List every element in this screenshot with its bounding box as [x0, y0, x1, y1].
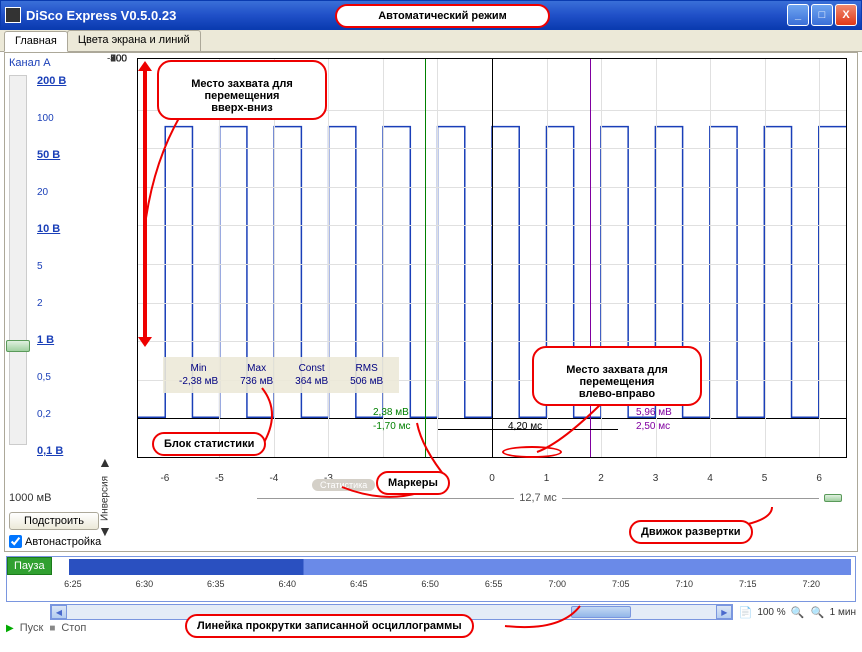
marker-green-x: -1,70 мс: [373, 421, 410, 432]
autotune-check[interactable]: [9, 535, 22, 548]
stats-toggle-button[interactable]: Статистика: [312, 479, 375, 491]
annotation-markers: Маркеры: [376, 471, 450, 495]
scale-values: 200 В 100 50 В 20 10 В 5 2 1 В 0,5 0,2 0…: [37, 75, 66, 482]
stop-icon[interactable]: ■: [49, 623, 55, 634]
stop-label[interactable]: Стоп: [61, 622, 86, 634]
statistics-block: MinMaxConstRMS -2,38 мВ736 мВ364 мВ506 м…: [163, 357, 399, 393]
scale-value[interactable]: 5: [37, 261, 43, 272]
annotation-drag-vertical: Место захвата для перемещения вверх-вниз: [157, 60, 327, 120]
maximize-button[interactable]: □: [811, 4, 833, 26]
annotation-stats: Блок статистики: [152, 432, 266, 456]
channel-label: Канал A: [9, 57, 108, 69]
zero-axis-v: [492, 59, 493, 457]
start-label[interactable]: Пуск: [20, 622, 44, 634]
channel-panel: Канал A 200 В 100 50 В 20 10 В 5 2 1 В 0…: [5, 53, 112, 551]
adjust-button[interactable]: Подстроить: [9, 512, 99, 530]
scroll-thumb[interactable]: [571, 606, 631, 618]
zoom-out-button[interactable]: 🔍: [790, 604, 806, 620]
delta-line: [438, 429, 618, 430]
sweep-bar: 12,7 мс: [252, 492, 842, 504]
app-icon: [5, 7, 21, 23]
arrows-icon: ▼: [97, 456, 113, 472]
marker-green-y: 2,38 мВ: [373, 407, 409, 418]
scale-value[interactable]: 0,5: [37, 372, 51, 383]
close-button[interactable]: X: [835, 4, 857, 26]
marker-purple-x: 2,50 мс: [636, 421, 670, 432]
marker-delta: 4,20 мс: [508, 421, 542, 432]
autotune-checkbox[interactable]: Автонастройка: [9, 535, 108, 548]
scale-value[interactable]: 2: [37, 298, 43, 309]
scale-link[interactable]: 0,1 В: [37, 445, 63, 457]
annotation-scrollbar: Линейка прокрутки записанной осциллограм…: [185, 614, 474, 638]
scale-link[interactable]: 1 В: [37, 334, 54, 346]
scale-slider[interactable]: [9, 75, 27, 445]
scale-value[interactable]: 100: [37, 113, 54, 124]
scroll-left-button[interactable]: ◀: [51, 605, 67, 619]
annotation-sweep: Движок развертки: [629, 520, 753, 544]
arrows-icon: ▲: [97, 525, 113, 541]
scale-link[interactable]: 10 В: [37, 223, 60, 235]
tab-main[interactable]: Главная: [4, 31, 68, 52]
marker-green[interactable]: [425, 59, 426, 457]
scale-link[interactable]: 200 В: [37, 75, 66, 87]
zoom-time: 1 мин: [830, 607, 856, 618]
zoom-percent: 100 %: [757, 607, 785, 618]
scale-value[interactable]: 0,2: [37, 409, 51, 420]
scroll-right-button[interactable]: ▶: [716, 605, 732, 619]
pause-button[interactable]: Пауза: [7, 557, 52, 575]
timeline-strip: Пауза 6:25 6:30 6:35 6:40 6:45 6:50 6:55…: [6, 556, 856, 602]
drag-handle-vertical[interactable]: [143, 69, 147, 339]
sweep-slider-thumb[interactable]: [824, 494, 842, 502]
tab-colors[interactable]: Цвета экрана и линий: [67, 30, 201, 51]
current-scale-value: 1000 мВ: [9, 492, 108, 504]
marker-purple-y: 5,96 мВ: [636, 407, 672, 418]
scale-value[interactable]: 20: [37, 187, 48, 198]
window-title: DiSco Express V0.5.0.23: [26, 8, 176, 23]
play-icon[interactable]: ▶: [6, 623, 14, 634]
inversion-toggle[interactable]: ▲ Инверсия ▼: [97, 456, 113, 541]
timeline-ticks: 6:25 6:30 6:35 6:40 6:45 6:50 6:55 7:00 …: [57, 579, 851, 599]
annotation-auto-mode: Автоматический режим: [335, 4, 550, 28]
annotation-ellipse: [502, 446, 562, 458]
scale-link[interactable]: 50 В: [37, 149, 60, 161]
annotation-drag-horizontal: Место захвата для перемещения влево-впра…: [532, 346, 702, 406]
zoom-in-button[interactable]: 🔍: [810, 604, 826, 620]
tab-strip: Главная Цвета экрана и линий: [0, 30, 862, 52]
main-panel: Канал A 200 В 100 50 В 20 10 В 5 2 1 В 0…: [4, 52, 858, 552]
minimize-button[interactable]: _: [787, 4, 809, 26]
plot-area: ▲ Инверсия ▼ 900 800 700 600 500 400 300…: [112, 53, 857, 551]
slider-thumb[interactable]: [6, 340, 30, 352]
recorded-waveform-strip[interactable]: [69, 559, 851, 575]
sweep-value: 12,7 мс: [519, 492, 557, 504]
doc-icon[interactable]: 📄: [737, 604, 753, 620]
